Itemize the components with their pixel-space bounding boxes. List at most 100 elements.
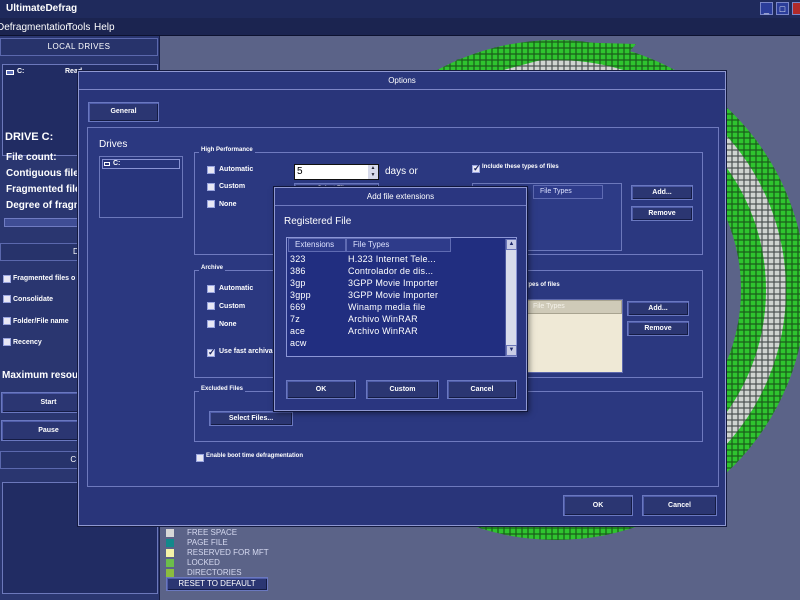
archive-types-list[interactable]: File Types — [525, 299, 623, 373]
options-ok-button[interactable]: OK — [563, 495, 633, 516]
list-item[interactable]: acw — [287, 338, 501, 350]
archive-radio-automatic[interactable] — [207, 285, 215, 293]
hp-add-button[interactable]: Add... — [631, 185, 693, 200]
method-folder[interactable]: Folder/File name — [13, 318, 69, 325]
stat-degree: Degree of fragm — [6, 200, 83, 211]
ext-name: ace — [290, 326, 306, 336]
col-header-file-types[interactable]: File Types — [346, 238, 451, 252]
ext-name: 3gpp — [290, 290, 311, 300]
window-title: UltimateDefrag — [6, 3, 78, 14]
legend-page-file: PAGE FILE — [187, 538, 228, 547]
method-fragmented[interactable]: Fragmented files o — [13, 275, 75, 282]
title-bar: UltimateDefrag _ □ — [0, 0, 800, 18]
hp-include-checkbox[interactable] — [472, 163, 481, 174]
fast-archival-checkbox[interactable] — [207, 347, 216, 358]
minimize-icon: _ — [763, 4, 769, 14]
ext-name: 3gp — [290, 278, 306, 288]
excluded-files-title: Excluded Files — [199, 386, 246, 392]
list-item[interactable]: 3gpp 3GPP Movie Importer — [287, 290, 501, 302]
ext-type: Archivo WinRAR — [348, 326, 418, 336]
hp-remove-button[interactable]: Remove — [631, 206, 693, 221]
add-ext-custom-button[interactable]: Custom — [366, 380, 439, 399]
add-ext-ok-button[interactable]: OK — [286, 380, 356, 399]
menu-bar: Defragmentation Tools Help — [0, 18, 800, 36]
method-radio-consolidate[interactable] — [3, 295, 11, 303]
col-header-extensions[interactable]: Extensions — [288, 238, 346, 252]
method-recency[interactable]: Recency — [13, 339, 42, 346]
menu-defragmentation[interactable]: Defragmentation — [0, 22, 71, 33]
tab-general[interactable]: General — [88, 102, 159, 122]
drive-icon — [6, 70, 14, 75]
add-ext-title: Add file extensions — [275, 188, 526, 206]
drives-list-item[interactable]: C: — [102, 159, 180, 169]
list-item[interactable]: 7z Archivo WinRAR — [287, 314, 501, 326]
days-spinner[interactable]: 5 ▲ ▼ — [294, 164, 379, 180]
legend-swatch-locked — [166, 559, 174, 567]
high-performance-title: High Performance — [199, 147, 255, 153]
legend-swatch-mft — [166, 549, 174, 557]
hp-radio-automatic[interactable] — [207, 166, 215, 174]
extensions-list[interactable]: Extensions File Types 323 H.323 Internet … — [286, 237, 517, 357]
scroll-down-icon[interactable]: ▼ — [506, 345, 517, 356]
legend-swatch-directories — [166, 569, 174, 577]
options-title: Options — [79, 72, 725, 90]
hp-none[interactable]: None — [219, 201, 237, 208]
hp-radio-none[interactable] — [207, 200, 215, 208]
ext-type: 3GPP Movie Importer — [348, 290, 439, 300]
drives-list[interactable]: C: — [99, 156, 183, 218]
ext-type: Winamp media file — [348, 302, 426, 312]
method-radio-folder[interactable] — [3, 317, 11, 325]
archive-radio-custom[interactable] — [207, 302, 215, 310]
list-item[interactable]: ace Archivo WinRAR — [287, 326, 501, 338]
archive-file-types-header: File Types — [526, 300, 622, 314]
menu-help[interactable]: Help — [94, 22, 115, 33]
spin-up-icon[interactable]: ▲ — [368, 165, 378, 172]
stat-contiguous: Contiguous file — [6, 168, 79, 179]
days-label: days or — [385, 166, 418, 177]
spin-down-icon[interactable]: ▼ — [368, 172, 378, 179]
list-item[interactable]: 669 Winamp media file — [287, 302, 501, 314]
ext-name: 669 — [290, 302, 306, 312]
legend-free-space: FREE SPACE — [187, 528, 238, 537]
hp-file-types-header: File Types — [533, 185, 603, 199]
boot-time-label: Enable boot time defragmentation — [206, 453, 304, 459]
legend-directories: DIRECTORIES — [187, 568, 242, 577]
legend-reserved-mft: RESERVED FOR MFT — [187, 548, 269, 557]
excluded-select-files-button[interactable]: Select Files... — [209, 411, 293, 426]
hp-automatic[interactable]: Automatic — [219, 166, 253, 173]
scroll-up-icon[interactable]: ▲ — [506, 239, 517, 250]
list-item[interactable]: 386 Controlador de dis... — [287, 266, 501, 278]
archive-none[interactable]: None — [219, 321, 237, 328]
ext-type: H.323 Internet Tele... — [348, 254, 436, 264]
hp-radio-custom[interactable] — [207, 183, 215, 191]
archive-automatic[interactable]: Automatic — [219, 285, 253, 292]
ext-type: 3GPP Movie Importer — [348, 278, 439, 288]
minimize-button[interactable]: _ — [760, 2, 773, 15]
reset-to-default-button[interactable]: RESET TO DEFAULT — [166, 577, 268, 591]
drive-title: DRIVE C: — [5, 131, 54, 143]
ext-name: 386 — [290, 266, 306, 276]
method-radio-recency[interactable] — [3, 338, 11, 346]
options-cancel-button[interactable]: Cancel — [642, 495, 717, 516]
add-ext-cancel-button[interactable]: Cancel — [447, 380, 517, 399]
extensions-scrollbar[interactable]: ▲ ▼ — [505, 239, 517, 356]
archive-title: Archive — [199, 265, 226, 271]
close-button[interactable] — [792, 2, 800, 15]
hp-custom[interactable]: Custom — [219, 183, 245, 190]
archive-include-label: ypes of files — [525, 282, 560, 288]
maximize-button[interactable]: □ — [776, 2, 789, 15]
archive-custom[interactable]: Custom — [219, 303, 245, 310]
list-item[interactable]: 323 H.323 Internet Tele... — [287, 254, 501, 266]
archive-radio-none[interactable] — [207, 320, 215, 328]
days-value: 5 — [297, 166, 303, 177]
archive-remove-button[interactable]: Remove — [627, 321, 689, 336]
list-item[interactable]: 3gp 3GPP Movie Importer — [287, 278, 501, 290]
method-radio-fragmented[interactable] — [3, 275, 11, 283]
method-consolidate[interactable]: Consolidate — [13, 296, 53, 303]
boot-time-checkbox[interactable] — [196, 454, 204, 462]
stat-fragmented: Fragmented file — [6, 184, 81, 195]
ext-type: Controlador de dis... — [348, 266, 434, 276]
archive-add-button[interactable]: Add... — [627, 301, 689, 316]
menu-tools[interactable]: Tools — [67, 22, 90, 33]
ext-name: 7z — [290, 314, 300, 324]
